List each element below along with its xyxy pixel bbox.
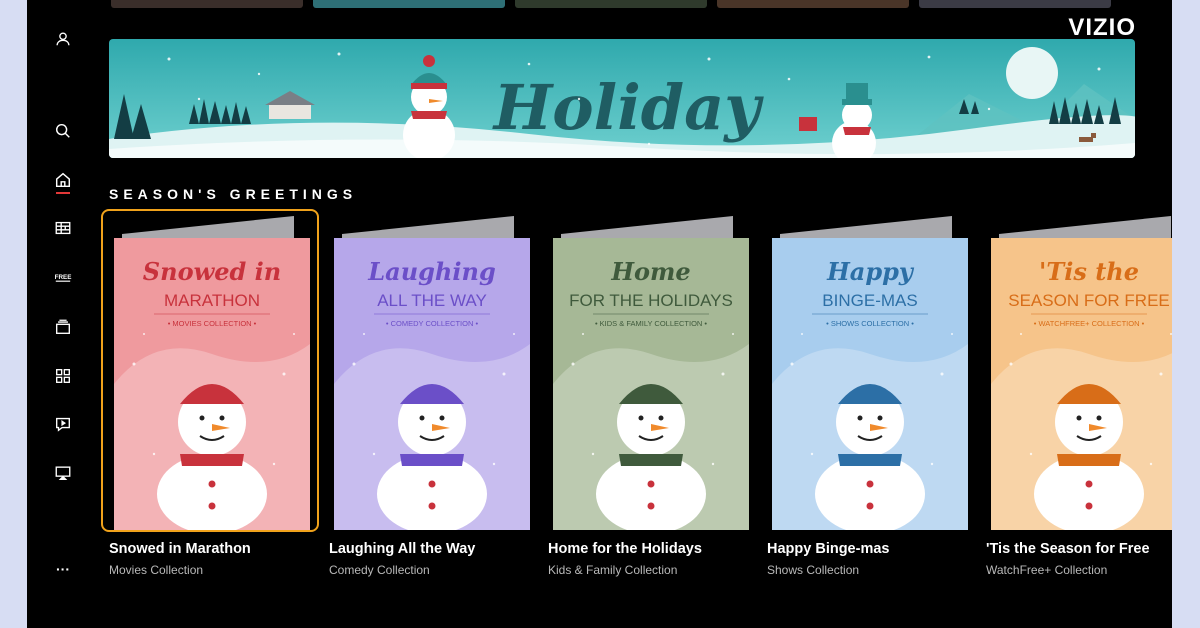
card-art-subheadline: SEASON FOR FREE	[1008, 291, 1170, 310]
active-indicator	[56, 192, 70, 194]
card-artwork[interactable]: Snowed in MARATHON • MOVIES COLLECTION •	[114, 214, 310, 530]
card-art-tag: • COMEDY COLLECTION •	[386, 319, 479, 328]
card-art-headline: Laughing	[367, 257, 495, 286]
card-artwork[interactable]: Home FOR THE HOLIDAYS • KIDS & FAMILY CO…	[553, 214, 749, 530]
card-art-headline: Snowed in	[143, 257, 281, 286]
profile-icon[interactable]	[53, 29, 73, 49]
card-artwork[interactable]: 'Tis the SEASON FOR FREE • WATCHFREE+ CO…	[991, 214, 1172, 530]
card-art-tag: • KIDS & FAMILY COLLECTION •	[595, 319, 707, 328]
thumbnail[interactable]	[717, 0, 909, 8]
card-art-headline: Home	[610, 257, 690, 286]
collection-card[interactable]: Happy BINGE-MAS • SHOWS COLLECTION • Hap…	[767, 212, 973, 582]
home-icon[interactable]	[53, 170, 73, 190]
card-artwork[interactable]: Laughing ALL THE WAY • COMEDY COLLECTION…	[334, 214, 530, 530]
cast-icon[interactable]	[53, 463, 73, 483]
card-title: 'Tis the Season for Free	[986, 541, 1150, 557]
section-title: SEASON'S GREETINGS	[109, 186, 358, 202]
card-title: Happy Binge-mas	[767, 541, 890, 557]
collection-card[interactable]: Laughing ALL THE WAY • COMEDY COLLECTION…	[329, 212, 535, 582]
card-art-tag: • SHOWS COLLECTION •	[826, 319, 914, 328]
card-art-tag: • WATCHFREE+ COLLECTION •	[1034, 319, 1145, 328]
thumbnail[interactable]	[919, 0, 1111, 8]
free-icon-label: FREE	[55, 274, 72, 281]
guide-icon[interactable]	[53, 218, 73, 238]
tv-screen: VIZIO FREE ··· Holiday SEASON'S GREETING…	[27, 0, 1172, 628]
card-subtitle: Comedy Collection	[329, 563, 430, 577]
collection-card[interactable]: Home FOR THE HOLIDAYS • KIDS & FAMILY CO…	[548, 212, 754, 582]
card-art-subheadline: FOR THE HOLIDAYS	[569, 291, 733, 310]
card-art-subheadline: ALL THE WAY	[377, 291, 487, 310]
card-art-subheadline: BINGE-MAS	[822, 291, 917, 310]
collection-card[interactable]: 'Tis the SEASON FOR FREE • WATCHFREE+ CO…	[986, 212, 1172, 582]
card-art-tag: • MOVIES COLLECTION •	[168, 319, 257, 328]
thumbnail[interactable]	[313, 0, 505, 8]
thumbnail[interactable]	[515, 0, 707, 8]
card-art-subheadline: MARATHON	[164, 291, 260, 310]
search-icon[interactable]	[53, 121, 73, 141]
banner-title: Holiday	[492, 71, 765, 144]
sidebar: FREE ···	[27, 0, 99, 628]
card-title: Home for the Holidays	[548, 541, 702, 557]
previous-row-thumbnails	[111, 0, 1172, 8]
free-icon[interactable]: FREE	[53, 267, 73, 287]
thumbnail[interactable]	[111, 0, 303, 8]
holiday-banner[interactable]: Holiday	[109, 39, 1135, 158]
vizio-logo: VIZIO	[1068, 14, 1136, 41]
library-icon[interactable]	[53, 317, 73, 337]
card-subtitle: Shows Collection	[767, 563, 860, 577]
collection-card[interactable]: Snowed in MARATHON • MOVIES COLLECTION •…	[101, 209, 319, 582]
card-subtitle: Kids & Family Collection	[548, 563, 678, 577]
card-art-headline: Happy	[826, 257, 915, 286]
card-subtitle: WatchFree+ Collection	[986, 563, 1108, 577]
more-icon[interactable]: ···	[53, 559, 73, 579]
feedback-icon[interactable]	[53, 414, 73, 434]
card-subtitle: Movies Collection	[109, 563, 204, 577]
apps-icon[interactable]	[53, 366, 73, 386]
card-artwork[interactable]: Happy BINGE-MAS • SHOWS COLLECTION •	[772, 214, 968, 530]
card-art-headline: 'Tis the	[1039, 257, 1139, 286]
card-title: Laughing All the Way	[329, 541, 476, 557]
card-title: Snowed in Marathon	[109, 541, 251, 557]
